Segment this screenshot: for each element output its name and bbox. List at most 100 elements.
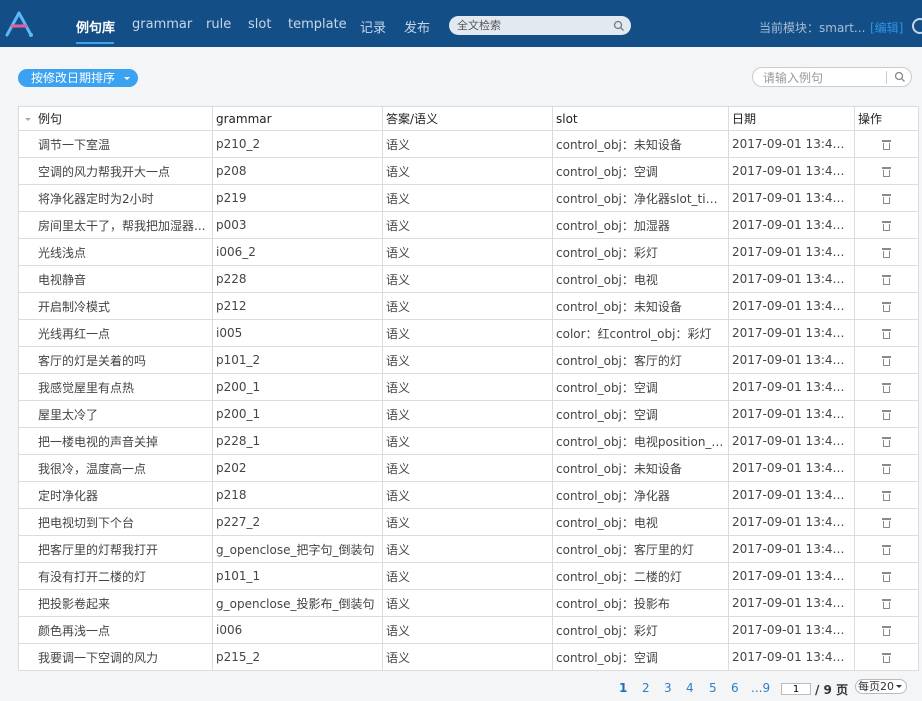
nav-tab-rule[interactable]: rule [206, 17, 231, 32]
cell-date: 2017-09-01 13:46:47 [728, 238, 855, 266]
page-link-4[interactable]: 4 [686, 681, 694, 695]
top-navigation-bar: 例句库 grammar rule slot template 记录 发布 当前模… [0, 0, 922, 47]
table-row[interactable]: 我要调一下空调的风力 p215_2 语义 control_obj：空调 2017-09-… [18, 643, 919, 671]
table-row[interactable]: 定时净化器 p218 语义 control_obj：净化器 2017-09-01 13:… [18, 481, 919, 509]
table-row[interactable]: 调节一下室温 p210_2 语义 control_obj：未知设备 2017-09-01… [18, 130, 919, 158]
cell-grammar: p202 [212, 454, 383, 482]
cell-example: 我要调一下空调的风力 [18, 643, 213, 671]
table-row[interactable]: 我感觉屋里有点热 p200_1 语义 control_obj：空调 2017-09-01… [18, 373, 919, 401]
cell-example: 我感觉屋里有点热 [18, 373, 213, 401]
cell-example: 把投影卷起来 [18, 589, 213, 617]
cell-example: 将净化器定时为2小时 [18, 184, 213, 212]
table-row[interactable]: 颜色再浅一点 i006 语义 control_obj：彩灯 2017-09-01 13:… [18, 616, 919, 644]
trash-icon[interactable] [882, 356, 891, 366]
cell-grammar: i005 [212, 319, 383, 347]
page-link-3[interactable]: 3 [664, 681, 672, 695]
cell-answer: 语义 [382, 400, 553, 428]
page-jump-input[interactable] [781, 683, 811, 695]
page-link-6[interactable]: 6 [731, 681, 739, 695]
trash-icon[interactable] [882, 464, 891, 474]
user-avatar[interactable] [912, 18, 922, 34]
search-icon[interactable] [894, 71, 906, 83]
table-header-row: 例句 grammar 答案/语义 slot 日期 操作 [18, 106, 919, 131]
sort-by-date-button[interactable]: 按修改日期排序 [18, 69, 138, 87]
cell-slot: control_obj：未知设备 [552, 130, 729, 158]
trash-icon[interactable] [882, 545, 891, 555]
trash-icon[interactable] [882, 194, 891, 204]
column-header-date: 日期 [728, 106, 855, 131]
page-total: / 9 页 [815, 683, 849, 697]
table-row[interactable]: 开启制冷模式 p212 语义 control_obj：未知设备 2017-09-01 1… [18, 292, 919, 320]
table-row[interactable]: 光线浅点 i006_2 语义 control_obj：彩灯 2017-09-01 13:… [18, 238, 919, 266]
cell-answer: 语义 [382, 481, 553, 509]
page-link-2[interactable]: 2 [642, 681, 650, 695]
search-divider [886, 71, 887, 84]
sort-arrow-icon[interactable] [25, 118, 31, 121]
cell-grammar: p200_1 [212, 400, 383, 428]
search-icon[interactable] [613, 20, 625, 32]
trash-icon[interactable] [882, 491, 891, 501]
nav-tab-records[interactable]: 记录 [360, 17, 386, 36]
cell-actions [854, 535, 919, 563]
column-header-example[interactable]: 例句 [18, 106, 213, 131]
table-row[interactable]: 把一楼电视的声音关掉 p228_1 语义 control_obj：电视position… [18, 427, 919, 455]
cell-date: 2017-09-01 13:46:47 [728, 211, 855, 239]
cell-grammar: p228_1 [212, 427, 383, 455]
fulltext-search-input[interactable] [457, 18, 607, 33]
cell-actions [854, 157, 919, 185]
trash-icon[interactable] [882, 572, 891, 582]
nav-tab-template[interactable]: template [288, 17, 347, 32]
nav-tab-publish[interactable]: 发布 [404, 17, 430, 36]
trash-icon[interactable] [882, 410, 891, 420]
active-tab-indicator [76, 42, 114, 44]
cell-grammar: p212 [212, 292, 383, 320]
trash-icon[interactable] [882, 302, 891, 312]
trash-icon[interactable] [882, 518, 891, 528]
table-row[interactable]: 有没有打开二楼的灯 p101_1 语义 control_obj：二楼的灯 2017-09… [18, 562, 919, 590]
cell-answer: 语义 [382, 157, 553, 185]
trash-icon[interactable] [882, 653, 891, 663]
table-row[interactable]: 屋里太冷了 p200_1 语义 control_obj：空调 2017-09-01 13… [18, 400, 919, 428]
trash-icon[interactable] [882, 626, 891, 636]
nav-tab-slot[interactable]: slot [248, 17, 271, 32]
per-page-select[interactable]: 每页20 [855, 679, 907, 694]
app-logo-icon[interactable] [3, 10, 35, 38]
cell-actions [854, 292, 919, 320]
trash-icon[interactable] [882, 383, 891, 393]
nav-tab-grammar[interactable]: grammar [132, 17, 192, 32]
page-link-last[interactable]: ...9 [751, 681, 770, 695]
cell-date: 2017-09-01 13:46:47 [728, 184, 855, 212]
trash-icon[interactable] [882, 221, 891, 231]
cell-answer: 语义 [382, 346, 553, 374]
page-link-5[interactable]: 5 [709, 681, 717, 695]
trash-icon[interactable] [882, 140, 891, 150]
table-row[interactable]: 把电视切到下个台 p227_2 语义 control_obj：电视 2017-09-01… [18, 508, 919, 536]
cell-slot: control_obj：未知设备 [552, 454, 729, 482]
trash-icon[interactable] [882, 437, 891, 447]
table-row[interactable]: 把客厅里的灯帮我打开 g_openclose_把字句_倒装句 语义 control_o… [18, 535, 919, 563]
trash-icon[interactable] [882, 248, 891, 258]
example-search-input[interactable] [763, 70, 881, 85]
page-link-1[interactable]: 1 [619, 681, 627, 695]
table-row[interactable]: 光线再红一点 i005 语义 color：红control_obj：彩灯 2017-09… [18, 319, 919, 347]
cell-answer: 语义 [382, 562, 553, 590]
table-row[interactable]: 我很冷，温度高一点 p202 语义 control_obj：未知设备 2017-09-0… [18, 454, 919, 482]
table-row[interactable]: 电视静音 p228 语义 control_obj：电视 2017-09-01 13:46… [18, 265, 919, 293]
trash-icon[interactable] [882, 329, 891, 339]
cell-answer: 语义 [382, 265, 553, 293]
trash-icon[interactable] [882, 275, 891, 285]
edit-module-link[interactable]: [编辑] [870, 19, 903, 36]
cell-actions [854, 238, 919, 266]
cell-slot: control_obj：加湿器 [552, 211, 729, 239]
table-row[interactable]: 空调的风力帮我开大一点 p208 语义 control_obj：空调 2017-09-0… [18, 157, 919, 185]
trash-icon[interactable] [882, 167, 891, 177]
cell-example: 调节一下室温 [18, 130, 213, 158]
cell-grammar: p227_2 [212, 508, 383, 536]
table-row[interactable]: 房间里太干了，帮我把加湿器... p003 语义 control_obj：加湿器 201… [18, 211, 919, 239]
table-row[interactable]: 把投影卷起来 g_openclose_投影布_倒装句 语义 control_obj：投… [18, 589, 919, 617]
trash-icon[interactable] [882, 599, 891, 609]
table-row[interactable]: 客厅的灯是关着的吗 p101_2 语义 control_obj：客厅的灯 2017-09… [18, 346, 919, 374]
nav-tab-examples[interactable]: 例句库 [76, 17, 115, 36]
cell-grammar: p210_2 [212, 130, 383, 158]
table-row[interactable]: 将净化器定时为2小时 p219 语义 control_obj：净化器slot_timi… [18, 184, 919, 212]
